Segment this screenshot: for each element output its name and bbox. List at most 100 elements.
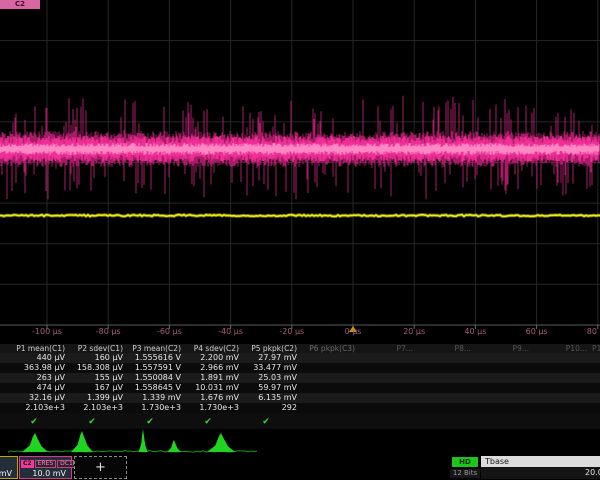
measure-cell: 1.550084 V [126,373,184,383]
measure-cell [532,373,590,383]
measure-cell [474,373,532,383]
measure-cell: 155 µV [68,373,126,383]
time-tick-label: 40 µs [464,327,486,336]
measure-cell [474,393,532,403]
channel-c2-descriptor[interactable]: C2 ERES DC1M 10.0 mV [19,456,72,479]
measure-cell [300,353,358,363]
measure-cell [300,363,358,373]
measure-table-row: P1 mean(C1)P2 sdev(C1)P3 mean(C2)P4 sdev… [0,344,600,353]
measure-column-header[interactable]: P2 sdev(C1) [68,344,126,353]
time-tick-label: 20 µs [403,327,425,336]
timebase-title: Tbase [481,456,600,467]
timebase-descriptor[interactable]: Tbase 20.0 µs/div [481,456,600,479]
measure-table-row: 2.103e+32.103e+31.730e+31.730e+3292 [0,403,600,413]
measure-column-header[interactable]: P4 sdev(C2) [184,344,242,353]
measure-cell: 32.16 µV [10,393,68,403]
histicon[interactable] [71,431,93,452]
histicon[interactable] [22,433,48,452]
measure-column-header[interactable]: P7... [358,344,416,353]
measure-table-row: 263 µV155 µV1.550084 V1.891 mV25.03 mV [0,373,600,383]
measure-cell: 27.97 mV [242,353,300,363]
measure-status-check-icon [474,413,532,429]
measure-status-check-icon [532,413,590,429]
plus-icon: + [95,460,106,475]
measure-cell: 263 µV [10,373,68,383]
measure-cell [416,393,474,403]
measure-cell [532,363,590,373]
measure-column-header[interactable]: P5 pkpk(C2) [242,344,300,353]
measure-status-check-icon [590,413,600,429]
time-tick-label: -20 µs [279,327,304,336]
measure-cell: 474 µV [10,383,68,393]
measure-column-header[interactable]: P11... [590,344,600,353]
measure-table-row: ✔✔✔✔✔ [0,413,600,429]
histicon[interactable] [167,440,181,452]
measure-cell [358,403,416,413]
parameter-histicons [0,429,600,458]
time-tick-label: -40 µs [218,327,243,336]
measure-cell [590,373,600,383]
measure-status-check-icon: ✔ [126,413,184,429]
add-trace-button[interactable]: + [74,456,127,479]
measure-cell [590,393,600,403]
measure-cell: 440 µV [10,353,68,363]
measure-cell: 1.555616 V [126,353,184,363]
measure-cell [416,353,474,363]
hd-bits-label: 12 Bits [450,469,480,478]
hd-mode-badge[interactable]: HD [452,457,478,467]
measure-column-header[interactable]: P1 mean(C1) [10,344,68,353]
measure-column-header[interactable]: P9... [474,344,532,353]
measure-table: P1 mean(C1)P2 sdev(C1)P3 mean(C2)P4 sdev… [0,344,600,429]
measure-status-check-icon: ✔ [184,413,242,429]
time-axis-labels: -100 µs-80 µs-60 µs-40 µs-20 µs0 µs20 µs… [0,327,600,339]
measure-cell [532,383,590,393]
measure-cell [532,353,590,363]
measure-cell: 33.477 mV [242,363,300,373]
measure-cell: 6.135 mV [242,393,300,403]
measure-table-row: 363.98 µV158.308 µV1.557591 V2.966 mV33.… [0,363,600,373]
measure-cell [416,403,474,413]
measure-cell: 1.676 mV [184,393,242,403]
measure-cell [300,403,358,413]
measure-cell [532,393,590,403]
measure-cell: 1.730e+3 [126,403,184,413]
measure-cell: 167 µV [68,383,126,393]
timebase-value: 20.0 µs/div [481,467,600,479]
measure-status-check-icon [300,413,358,429]
measure-cell: 2.103e+3 [10,403,68,413]
measure-status-check-icon: ✔ [10,413,68,429]
time-tick-label: 80 µs [587,327,600,336]
measure-cell [300,373,358,383]
measure-column-header[interactable]: P3 mean(C2) [126,344,184,353]
measure-cell: 2.966 mV [184,363,242,373]
measure-cell: 1.339 mV [126,393,184,403]
measure-column-header[interactable]: P10... [532,344,590,353]
measure-cell: 160 µV [68,353,126,363]
measure-status-check-icon [416,413,474,429]
histicon[interactable] [207,433,235,452]
measure-cell [358,383,416,393]
measure-cell [300,393,358,403]
measure-status-check-icon [358,413,416,429]
measure-column-header[interactable]: P6 pkpk(C3) [300,344,358,353]
measure-cell [532,403,590,413]
measure-cell: 10.031 mV [184,383,242,393]
measure-cell [358,353,416,363]
trace-label-badge[interactable]: C2 [0,0,40,9]
channel-c1-descriptor[interactable]: DC1M 20.0 mV [0,456,18,479]
waveform-grid [0,0,600,344]
time-tick-label: -80 µs [96,327,121,336]
histicon[interactable] [139,429,148,452]
time-tick-label: 60 µs [526,327,548,336]
measure-cell: 1.399 µV [68,393,126,403]
measure-cell [590,353,600,363]
measure-status-check-icon: ✔ [68,413,126,429]
c2-eres-badge: ERES [35,460,57,468]
measure-cell [474,403,532,413]
c2-label-badge: C2 [21,460,34,468]
measure-cell: 292 [242,403,300,413]
measure-column-header[interactable]: P8... [416,344,474,353]
oscilloscope-screen: { "trace_label": "C2", "grid": { "t0_x":… [0,0,600,480]
measure-cell [474,383,532,393]
measure-cell [590,383,600,393]
